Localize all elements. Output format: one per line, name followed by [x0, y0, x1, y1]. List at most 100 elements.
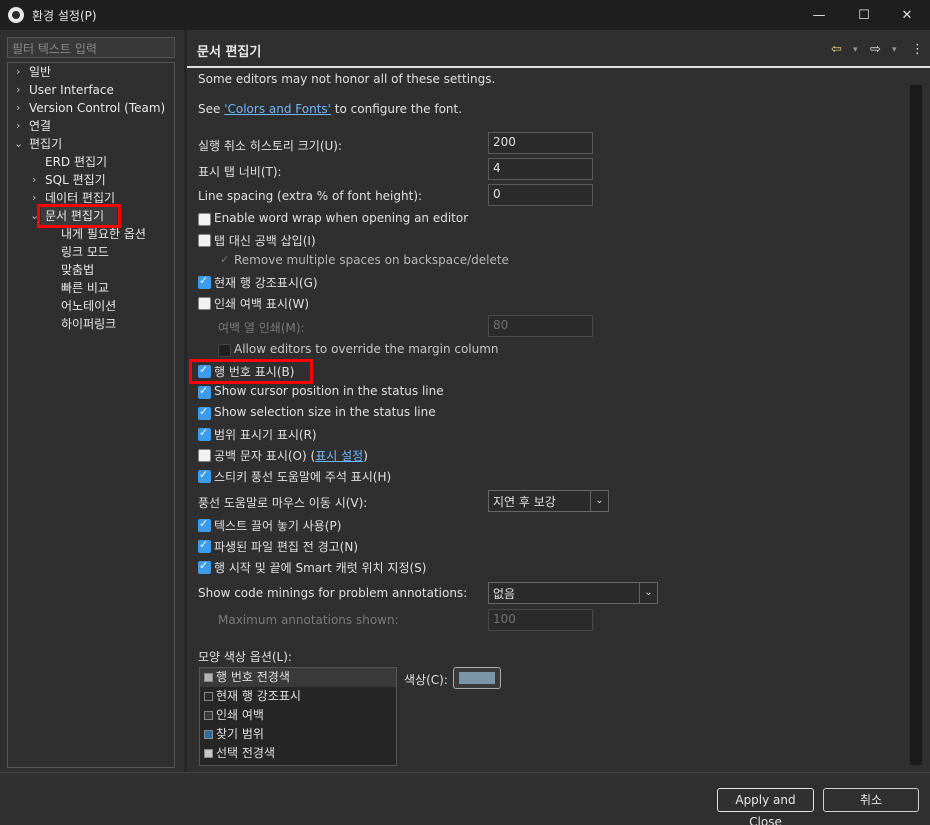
preferences-tree: › 일반 › User Interface › Version Control … [7, 62, 175, 768]
colors-and-fonts-link[interactable]: 'Colors and Fonts' [224, 102, 331, 116]
tab-width-input[interactable]: 4 [488, 158, 593, 180]
whitespace-text[interactable]: 공백 문자 표시(O) [214, 449, 307, 463]
derived-warning-checkbox[interactable] [198, 538, 211, 553]
forward-arrow-icon[interactable]: ⇨ [870, 42, 881, 57]
cursor-position-checkbox[interactable] [198, 384, 211, 399]
minimize-button[interactable]: — [796, 0, 842, 30]
chevron-right-icon[interactable]: › [16, 117, 26, 135]
list-item-label: 선택 전경색 [216, 746, 276, 760]
whitespace-checkbox[interactable] [198, 449, 211, 462]
list-item[interactable]: 찾기 범위 [200, 725, 396, 744]
appearance-colors-list[interactable]: 행 번호 전경색 현재 행 강조표시 인쇄 여백 찾기 범위 선택 전경색 [199, 667, 397, 766]
chevron-down-icon[interactable]: ⌄ [14, 135, 24, 153]
line-spacing-input[interactable]: 0 [488, 184, 593, 206]
forward-dropdown-icon[interactable]: ▾ [892, 45, 897, 55]
drag-drop-label[interactable]: 텍스트 끌어 놓기 사용(P) [214, 517, 341, 534]
range-indicator-label[interactable]: 범위 표시기 표시(R) [214, 426, 317, 443]
smart-caret-checkbox[interactable] [198, 559, 211, 574]
tree-item-linked-mode[interactable]: 링크 모드 [61, 243, 109, 261]
filter-input[interactable]: 필터 텍스트 입력 [7, 37, 175, 58]
tree-item-editors[interactable]: 편집기 [29, 135, 62, 153]
tree-item-spelling[interactable]: 맞춤법 [61, 261, 94, 279]
list-item[interactable]: 행 번호 전경색 [200, 668, 396, 687]
color-preview [459, 672, 495, 684]
insert-spaces-label[interactable]: 탭 대신 공백 삽입(I) [214, 232, 316, 249]
annotation-highlight-box [189, 359, 313, 384]
highlight-line-label[interactable]: 현재 행 강조표시(G) [214, 274, 318, 291]
margin-column-label: 여백 열 인쇄(M): [218, 321, 305, 335]
tree-item-annotations[interactable]: 어노테이션 [61, 297, 116, 315]
code-minings-value: 없음 [493, 587, 516, 601]
chevron-right-icon[interactable]: › [16, 99, 26, 117]
derived-warning-label[interactable]: 파생된 파일 편집 전 경고(N) [214, 538, 358, 555]
back-arrow-icon[interactable]: ⇦ [831, 42, 842, 57]
font-see-text: See [198, 102, 225, 116]
tab-width-label: 표시 탭 너비(T): [198, 165, 282, 179]
print-margin-label[interactable]: 인쇄 여백 표시(W) [214, 295, 309, 312]
color-swatch [204, 749, 213, 758]
appearance-colors-label: 모양 색상 옵션(L): [198, 650, 292, 664]
color-swatch [204, 711, 213, 720]
page-title: 문서 편집기 [197, 45, 262, 60]
hover-behavior-label: 풍선 도움말로 마우스 이동 시(V): [198, 496, 368, 510]
list-item[interactable]: 선택 전경색 [200, 744, 396, 763]
cursor-position-label[interactable]: Show cursor position in the status line [214, 384, 444, 398]
chevron-down-icon[interactable]: ⌄ [590, 491, 608, 511]
close-button[interactable]: ✕ [884, 0, 930, 30]
tree-item-version-control[interactable]: Version Control (Team) [29, 99, 165, 117]
remove-spaces-label: Remove multiple spaces on backspace/dele… [234, 253, 509, 267]
font-suffix-text: to configure the font. [330, 102, 463, 116]
list-item-label: 현재 행 강조표시 [216, 689, 301, 703]
paren-close: ) [363, 449, 368, 463]
page-content: Some editors may not honor all of these … [187, 68, 909, 770]
word-wrap-label[interactable]: Enable word wrap when opening an editor [214, 211, 468, 225]
selection-size-label[interactable]: Show selection size in the status line [214, 405, 436, 419]
app-icon [8, 7, 24, 23]
max-annotations-input: 100 [488, 609, 593, 631]
selection-size-checkbox[interactable] [198, 405, 211, 420]
list-item-label: 행 번호 전경색 [216, 670, 290, 684]
insert-spaces-checkbox[interactable] [198, 234, 211, 247]
max-annotations-label: Maximum annotations shown: [218, 613, 399, 627]
color-picker-button[interactable] [453, 667, 501, 689]
highlight-line-checkbox[interactable] [198, 274, 211, 289]
sticky-hover-checkbox[interactable] [198, 468, 211, 483]
word-wrap-checkbox[interactable] [198, 213, 211, 226]
back-dropdown-icon[interactable]: ▾ [853, 45, 858, 55]
chevron-right-icon[interactable]: › [32, 171, 42, 189]
tree-item-quick-diff[interactable]: 빠른 비교 [61, 279, 109, 297]
chevron-right-icon[interactable]: › [16, 63, 26, 81]
tree-item-erd-editor[interactable]: ERD 편집기 [45, 153, 107, 171]
window-title: 환경 설정(P) [32, 8, 97, 23]
list-item[interactable]: 인쇄 여백 [200, 706, 396, 725]
tree-item-hyperlinking[interactable]: 하이퍼링크 [61, 315, 116, 333]
tree-item-sql-editor[interactable]: SQL 편집기 [45, 171, 106, 189]
print-margin-checkbox[interactable] [198, 297, 211, 310]
font-config-text: See 'Colors and Fonts' to configure the … [198, 102, 462, 116]
scrollbar-thumb[interactable] [910, 85, 922, 765]
title-bar: 환경 설정(P) — ☐ ✕ [0, 0, 930, 30]
tree-item-connection[interactable]: 연결 [29, 117, 51, 135]
override-margin-label: Allow editors to override the margin col… [234, 342, 499, 356]
whitespace-settings-link[interactable]: 표시 설정 [315, 449, 363, 463]
view-menu-icon[interactable]: ⋮ [911, 42, 924, 57]
drag-drop-checkbox[interactable] [198, 517, 211, 532]
cancel-button[interactable]: 취소 [823, 788, 919, 812]
tree-item-accessibility[interactable]: 내게 필요한 옵션 [61, 225, 146, 243]
chevron-right-icon[interactable]: › [16, 81, 26, 99]
button-bar: Apply and Close 취소 [0, 772, 930, 825]
apply-and-close-button[interactable]: Apply and Close [717, 788, 814, 825]
tree-item-user-interface[interactable]: User Interface [29, 81, 114, 99]
code-minings-select[interactable]: 없음 ⌄ [488, 582, 658, 604]
hover-behavior-select[interactable]: 지연 후 보강 ⌄ [488, 490, 609, 512]
list-item[interactable]: 현재 행 강조표시 [200, 687, 396, 706]
chevron-down-icon[interactable]: ⌄ [639, 583, 657, 603]
tree-item-general[interactable]: 일반 [29, 63, 51, 81]
preference-page: 문서 편집기 ⇦ ▾ ⇨ ▾ ⋮ Some editors may not ho… [187, 30, 930, 772]
range-indicator-checkbox[interactable] [198, 426, 211, 441]
maximize-button[interactable]: ☐ [841, 0, 887, 30]
color-swatch [204, 692, 213, 701]
sticky-hover-label[interactable]: 스티키 풍선 도움말에 주석 표시(H) [214, 468, 391, 485]
undo-history-input[interactable]: 200 [488, 132, 593, 154]
smart-caret-label[interactable]: 행 시작 및 끝에 Smart 캐럿 위치 지정(S) [214, 559, 426, 576]
